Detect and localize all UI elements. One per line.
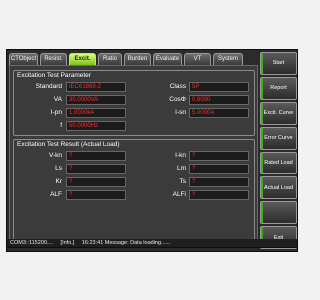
va-field[interactable]: 30.0000VA: [66, 95, 126, 105]
result-group: Excitation Test Result (Actual Load) V-k…: [13, 139, 255, 245]
status-message: 16:23:41 Message: Data loading......: [81, 240, 171, 246]
test-set-screen: CTObject Resist. Excit. Ratio Burden Eva…: [6, 49, 298, 252]
alfi-label: ALFi: [172, 191, 186, 198]
excitation-panel: Excitation Test Parameter Standard IEC61…: [9, 65, 258, 248]
tab-resist[interactable]: Resist.: [40, 53, 67, 65]
standard-label: Standard: [35, 83, 62, 90]
vkn-label: V-kn: [48, 152, 62, 159]
vkn-value: ?: [66, 151, 126, 161]
result-group-title: Excitation Test Result (Actual Load): [17, 141, 120, 148]
tab-excit[interactable]: Excit.: [69, 53, 96, 65]
tab-ratio[interactable]: Ratio: [98, 53, 122, 65]
cos-phi-field[interactable]: 0.8000: [189, 95, 249, 105]
blank-button[interactable]: [260, 201, 297, 225]
ipn-field[interactable]: 1.0000kA: [66, 108, 126, 118]
actual-load-button[interactable]: Actual Load: [260, 176, 297, 200]
tab-system[interactable]: System: [213, 53, 243, 65]
tab-vt[interactable]: VT: [184, 53, 211, 65]
ts-label: Ts: [179, 178, 187, 185]
status-bar: COM3::115200.... [Info.] 16:23:41 Messag…: [6, 239, 298, 248]
frequency-label: f: [60, 122, 62, 129]
ipn-label: I-pn: [50, 109, 62, 116]
parameter-group: Excitation Test Parameter Standard IEC61…: [13, 70, 255, 136]
kr-value: ?: [66, 177, 126, 187]
kr-label: Kr: [55, 178, 63, 185]
start-button[interactable]: Start: [260, 52, 297, 75]
class-label: Class: [169, 83, 186, 90]
ls-label: Ls: [55, 165, 62, 172]
isn-label: I-sn: [175, 109, 186, 116]
alf-value: ?: [66, 190, 126, 200]
isn-field[interactable]: 5.0000A: [189, 108, 249, 118]
class-field[interactable]: 5P: [189, 82, 249, 92]
error-curve-button[interactable]: Error Curve: [260, 126, 297, 150]
alfi-value: ?: [189, 190, 249, 200]
tab-ctobject[interactable]: CTObject: [9, 53, 38, 65]
frequency-field[interactable]: 50.0000Hz: [66, 121, 126, 131]
lm-value: ?: [189, 164, 249, 174]
ikn-value: ?: [189, 151, 249, 161]
rated-load-button[interactable]: Rated Load: [260, 151, 297, 175]
ls-value: ?: [66, 164, 126, 174]
status-level: [Info.]: [60, 240, 75, 246]
va-label: VA: [53, 96, 62, 103]
tab-burden[interactable]: Burden: [124, 53, 151, 65]
parameter-group-title: Excitation Test Parameter: [17, 72, 91, 79]
standard-field[interactable]: IEC61869-2: [66, 82, 126, 92]
cos-phi-label: CosΦ: [169, 96, 186, 103]
report-button[interactable]: Report: [260, 76, 297, 100]
excit-curve-button[interactable]: Excit. Curve: [260, 101, 297, 125]
ikn-label: I-kn: [175, 152, 186, 159]
action-button-column: Start Report Excit. Curve Error Curve Ra…: [260, 52, 297, 249]
tab-bar: CTObject Resist. Excit. Ratio Burden Eva…: [7, 53, 261, 65]
status-port: COM3::115200....: [10, 240, 54, 246]
ts-value: ?: [189, 177, 249, 187]
lm-label: Lm: [176, 165, 186, 172]
alf-label: ALF: [50, 191, 62, 198]
tab-evaluate[interactable]: Evaluate: [153, 53, 182, 65]
